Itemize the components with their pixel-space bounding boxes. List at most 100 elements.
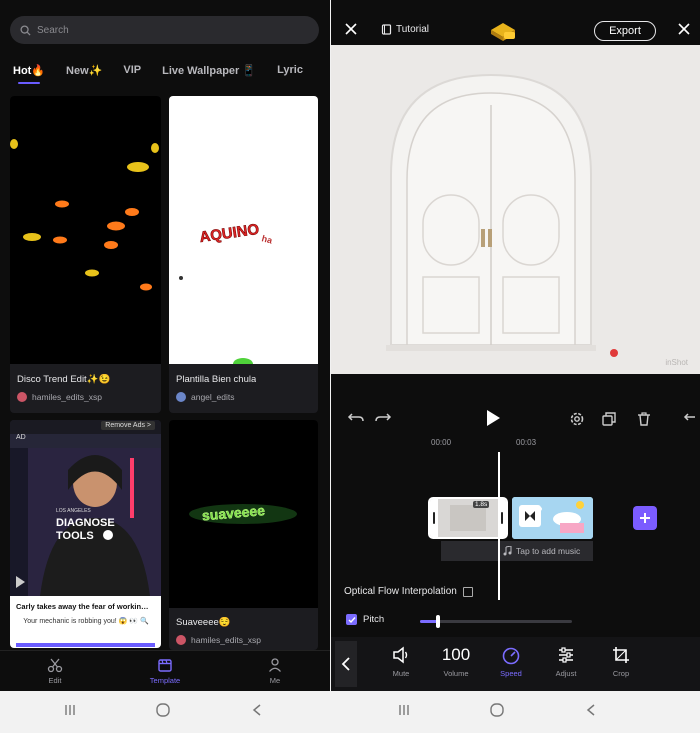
trash-icon[interactable] xyxy=(636,411,652,427)
gear-icon[interactable] xyxy=(569,411,585,427)
speed-slider-thumb[interactable] xyxy=(436,615,441,628)
close-icon[interactable] xyxy=(676,21,692,37)
clip-duration: 1.8s xyxy=(473,501,490,508)
tool-label: Volume xyxy=(443,669,469,678)
book-icon xyxy=(381,24,392,35)
ad-image: LOS ANGELES DIAGNOSE TOOLS xyxy=(10,448,161,596)
ad-cta-bar[interactable] xyxy=(16,643,155,647)
copy-icon[interactable] xyxy=(601,411,617,427)
chevron-left-icon xyxy=(341,657,350,671)
tool-label: Speed xyxy=(500,669,522,678)
person-icon xyxy=(269,658,281,672)
template-thumbnail: AQUINO ha xyxy=(169,96,318,364)
tab-hot[interactable]: Hot🔥 xyxy=(13,60,45,82)
clip-thumbnail xyxy=(430,499,506,537)
pro-badge-icon[interactable] xyxy=(489,20,517,42)
avatar xyxy=(176,635,186,645)
nav-template[interactable]: Template xyxy=(130,657,200,685)
template-thumbnail xyxy=(10,96,161,364)
home-icon[interactable] xyxy=(155,703,171,717)
edit-toolbar: Mute 100 Volume Speed Adjust Crop xyxy=(331,637,700,691)
tool-crop[interactable]: Crop xyxy=(596,645,646,678)
speedometer-icon xyxy=(502,647,520,665)
close-icon[interactable] xyxy=(343,21,359,37)
nav-label: Edit xyxy=(48,676,62,685)
optical-flow-label: Optical Flow Interpolation xyxy=(344,586,457,597)
timecode-start: 00:00 xyxy=(431,438,452,447)
pitch-option[interactable]: Pitch xyxy=(346,614,384,625)
tool-speed[interactable]: Speed xyxy=(486,645,536,678)
template-card-plantilla[interactable]: AQUINO ha Plantilla Bien chula angel_edi… xyxy=(169,96,318,413)
pitch-checkbox[interactable] xyxy=(346,614,357,625)
tool-mute[interactable]: Mute xyxy=(376,645,426,678)
pitch-label: Pitch xyxy=(363,614,385,625)
export-button[interactable]: Export xyxy=(594,21,656,41)
category-tabs: Hot🔥 New✨ VIP Live Wallpaper 📱 Lyric xyxy=(0,60,330,82)
active-tab-indicator xyxy=(18,82,40,84)
tool-volume[interactable]: 100 Volume xyxy=(431,645,481,678)
recent-apps-icon[interactable] xyxy=(397,703,411,717)
recent-apps-icon[interactable] xyxy=(63,703,77,717)
tool-label: Crop xyxy=(612,669,630,678)
home-icon[interactable] xyxy=(489,703,505,717)
tutorial-button[interactable]: Tutorial xyxy=(381,24,429,35)
card-author: angel_edits xyxy=(176,392,234,402)
nav-edit[interactable]: Edit xyxy=(20,657,90,685)
screen: Search Hot🔥 New✨ VIP Live Wallpaper 📱 Ly… xyxy=(0,0,700,733)
tool-label: Adjust xyxy=(555,669,577,678)
editor-topbar: Tutorial Export xyxy=(331,14,700,48)
tool-adjust[interactable]: Adjust xyxy=(541,645,591,678)
video-clip-selected[interactable]: 1.8s xyxy=(428,497,508,539)
tab-vip[interactable]: VIP xyxy=(123,60,141,82)
template-card-disco[interactable]: Disco Trend Edit✨😉 hamiles_edits_xsp xyxy=(10,96,161,413)
back-icon[interactable] xyxy=(251,703,263,717)
video-preview[interactable]: inShot xyxy=(331,45,700,374)
card-title: Plantilla Bien chula xyxy=(176,374,257,385)
plus-icon xyxy=(640,513,650,523)
tab-lyric[interactable]: Lyric xyxy=(277,60,303,82)
author-name: angel_edits xyxy=(191,392,235,402)
toolbar-back-button[interactable] xyxy=(335,641,357,687)
template-icon xyxy=(158,659,172,672)
tab-live-wallpaper[interactable]: Live Wallpaper 📱 xyxy=(162,60,256,82)
search-placeholder: Search xyxy=(37,24,69,36)
template-card-suaveeee[interactable]: suaveeee Suaveeee😌 hamiles_edits_xsp xyxy=(169,420,318,650)
undo-icon[interactable] xyxy=(347,411,365,425)
music-note-icon xyxy=(503,546,512,556)
tutorial-label: Tutorial xyxy=(396,24,429,35)
optical-flow-option[interactable]: Optical Flow Interpolation xyxy=(344,586,473,597)
speed-slider[interactable] xyxy=(420,615,572,628)
watermark: inShot xyxy=(665,358,688,367)
ad-headline-1: DIAGNOSE xyxy=(56,517,115,529)
watermark-text: inShot xyxy=(665,358,688,367)
undo-icon[interactable] xyxy=(683,411,700,425)
search-bar[interactable]: Search xyxy=(10,16,319,44)
playhead[interactable] xyxy=(498,452,500,600)
author-name: hamiles_edits_xsp xyxy=(32,392,102,402)
nav-label: Template xyxy=(149,676,181,685)
tab-new[interactable]: New✨ xyxy=(66,60,102,82)
card-title: Suaveeee😌 xyxy=(176,617,231,628)
back-icon[interactable] xyxy=(585,703,597,717)
card-author: hamiles_edits_xsp xyxy=(17,392,102,402)
nav-me[interactable]: Me xyxy=(240,657,310,685)
playback-controls xyxy=(331,405,700,435)
add-music-track[interactable]: Tap to add music xyxy=(441,541,593,561)
search-icon xyxy=(20,24,31,36)
add-music-hint: Tap to add music xyxy=(516,546,581,556)
nav-label: Me xyxy=(269,676,281,685)
remove-ads-button[interactable]: Remove Ads > xyxy=(101,421,155,430)
play-icon[interactable] xyxy=(485,409,501,427)
scissors-icon xyxy=(47,658,63,673)
transition-button[interactable] xyxy=(519,505,541,527)
speaker-icon xyxy=(393,646,408,664)
optical-flow-checkbox[interactable] xyxy=(462,586,473,597)
add-clip-button[interactable] xyxy=(633,506,657,530)
crop-icon xyxy=(613,647,629,663)
redo-icon[interactable] xyxy=(374,411,392,425)
ad-caption: Carly takes away the fear of workin… xyxy=(16,602,149,611)
ad-subcaption: Your mechanic is robbing you! 😱 👀 🔍 xyxy=(23,618,149,625)
ad-card[interactable]: AD Remove Ads > LOS ANGELES DIAGNOSE TOO… xyxy=(10,420,161,648)
card-title: Disco Trend Edit✨😉 xyxy=(17,374,111,385)
preview-frame xyxy=(331,45,700,374)
